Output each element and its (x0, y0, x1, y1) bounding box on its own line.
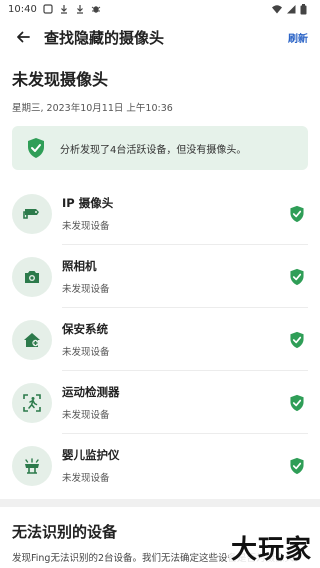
back-button[interactable] (10, 24, 36, 50)
wifi-icon (272, 4, 282, 14)
download-icon (59, 4, 69, 14)
app-bar: 查找隐藏的摄像头 刷新 (0, 18, 320, 56)
device-icon-circle (12, 193, 52, 234)
device-icon-circle (12, 445, 52, 486)
device-status: 未发现设备 (62, 473, 110, 484)
device-status: 未发现设备 (62, 347, 110, 358)
device-status: 未发现设备 (62, 221, 110, 232)
device-text: 婴儿监护仪 未发现设备 (62, 447, 288, 484)
device-icon-circle (12, 256, 52, 297)
device-name: IP 摄像头 (62, 196, 114, 210)
device-list: IP 摄像头 未发现设备 照相机 未发现设备 保安系统 未发现设备 运动检测器 … (0, 182, 320, 497)
device-text: IP 摄像头 未发现设备 (62, 195, 288, 232)
list-item-ip-camera[interactable]: IP 摄像头 未发现设备 (0, 182, 320, 245)
scan-timestamp: 星期三, 2023年10月11日 上午10:36 (12, 103, 173, 114)
section-divider (0, 499, 320, 507)
download-icon-2 (75, 4, 85, 14)
photo-camera-icon (25, 270, 39, 283)
motion-sensor-icon (23, 393, 41, 412)
page-title: 查找隐藏的摄像头 (44, 28, 165, 47)
signal-icon (286, 4, 296, 14)
device-text: 照相机 未发现设备 (62, 258, 288, 295)
status-left: 10:40 (8, 4, 101, 15)
list-item-baby-monitor[interactable]: 婴儿监护仪 未发现设备 (0, 434, 320, 497)
summary-text: 分析发现了4台活跃设备，但没有摄像头。 (60, 144, 247, 156)
refresh-button[interactable]: 刷新 (288, 30, 308, 45)
shield-check-icon (290, 268, 304, 285)
device-text: 保安系统 未发现设备 (62, 321, 288, 358)
device-icon-circle (12, 382, 52, 423)
baby-monitor-icon (25, 457, 39, 474)
device-icon-circle (12, 319, 52, 360)
device-text: 运动检测器 未发现设备 (62, 384, 288, 421)
device-name: 婴儿监护仪 (62, 448, 120, 462)
shield-check-icon (290, 457, 304, 474)
shield-check-icon (290, 331, 304, 348)
device-name: 照相机 (62, 259, 97, 273)
status-time: 10:40 (8, 3, 37, 15)
notification-square-icon (43, 4, 53, 14)
ip-camera-icon (23, 208, 39, 219)
list-item-motion-detector[interactable]: 运动检测器 未发现设备 (0, 371, 320, 434)
summary-card: 分析发现了4台活跃设备，但没有摄像头。 (12, 126, 308, 170)
shield-check-icon (290, 205, 304, 222)
bug-icon (91, 4, 101, 14)
device-status: 未发现设备 (62, 284, 110, 295)
status-bar: 10:40 (0, 0, 320, 18)
shield-check-icon (290, 394, 304, 411)
list-item-photo-camera[interactable]: 照相机 未发现设备 (0, 245, 320, 308)
battery-icon (300, 4, 310, 15)
device-name: 运动检测器 (62, 385, 120, 399)
section-title: 未发现摄像头 (12, 70, 109, 89)
shield-check-icon (28, 138, 44, 158)
arrow-left-icon (17, 31, 30, 43)
list-item-security-system[interactable]: 保安系统 未发现设备 (0, 308, 320, 371)
watermark-logo: 大玩家 (228, 529, 314, 566)
home-security-icon (24, 332, 40, 347)
status-right (272, 4, 310, 15)
device-name: 保安系统 (62, 322, 108, 336)
device-status: 未发现设备 (62, 410, 110, 421)
